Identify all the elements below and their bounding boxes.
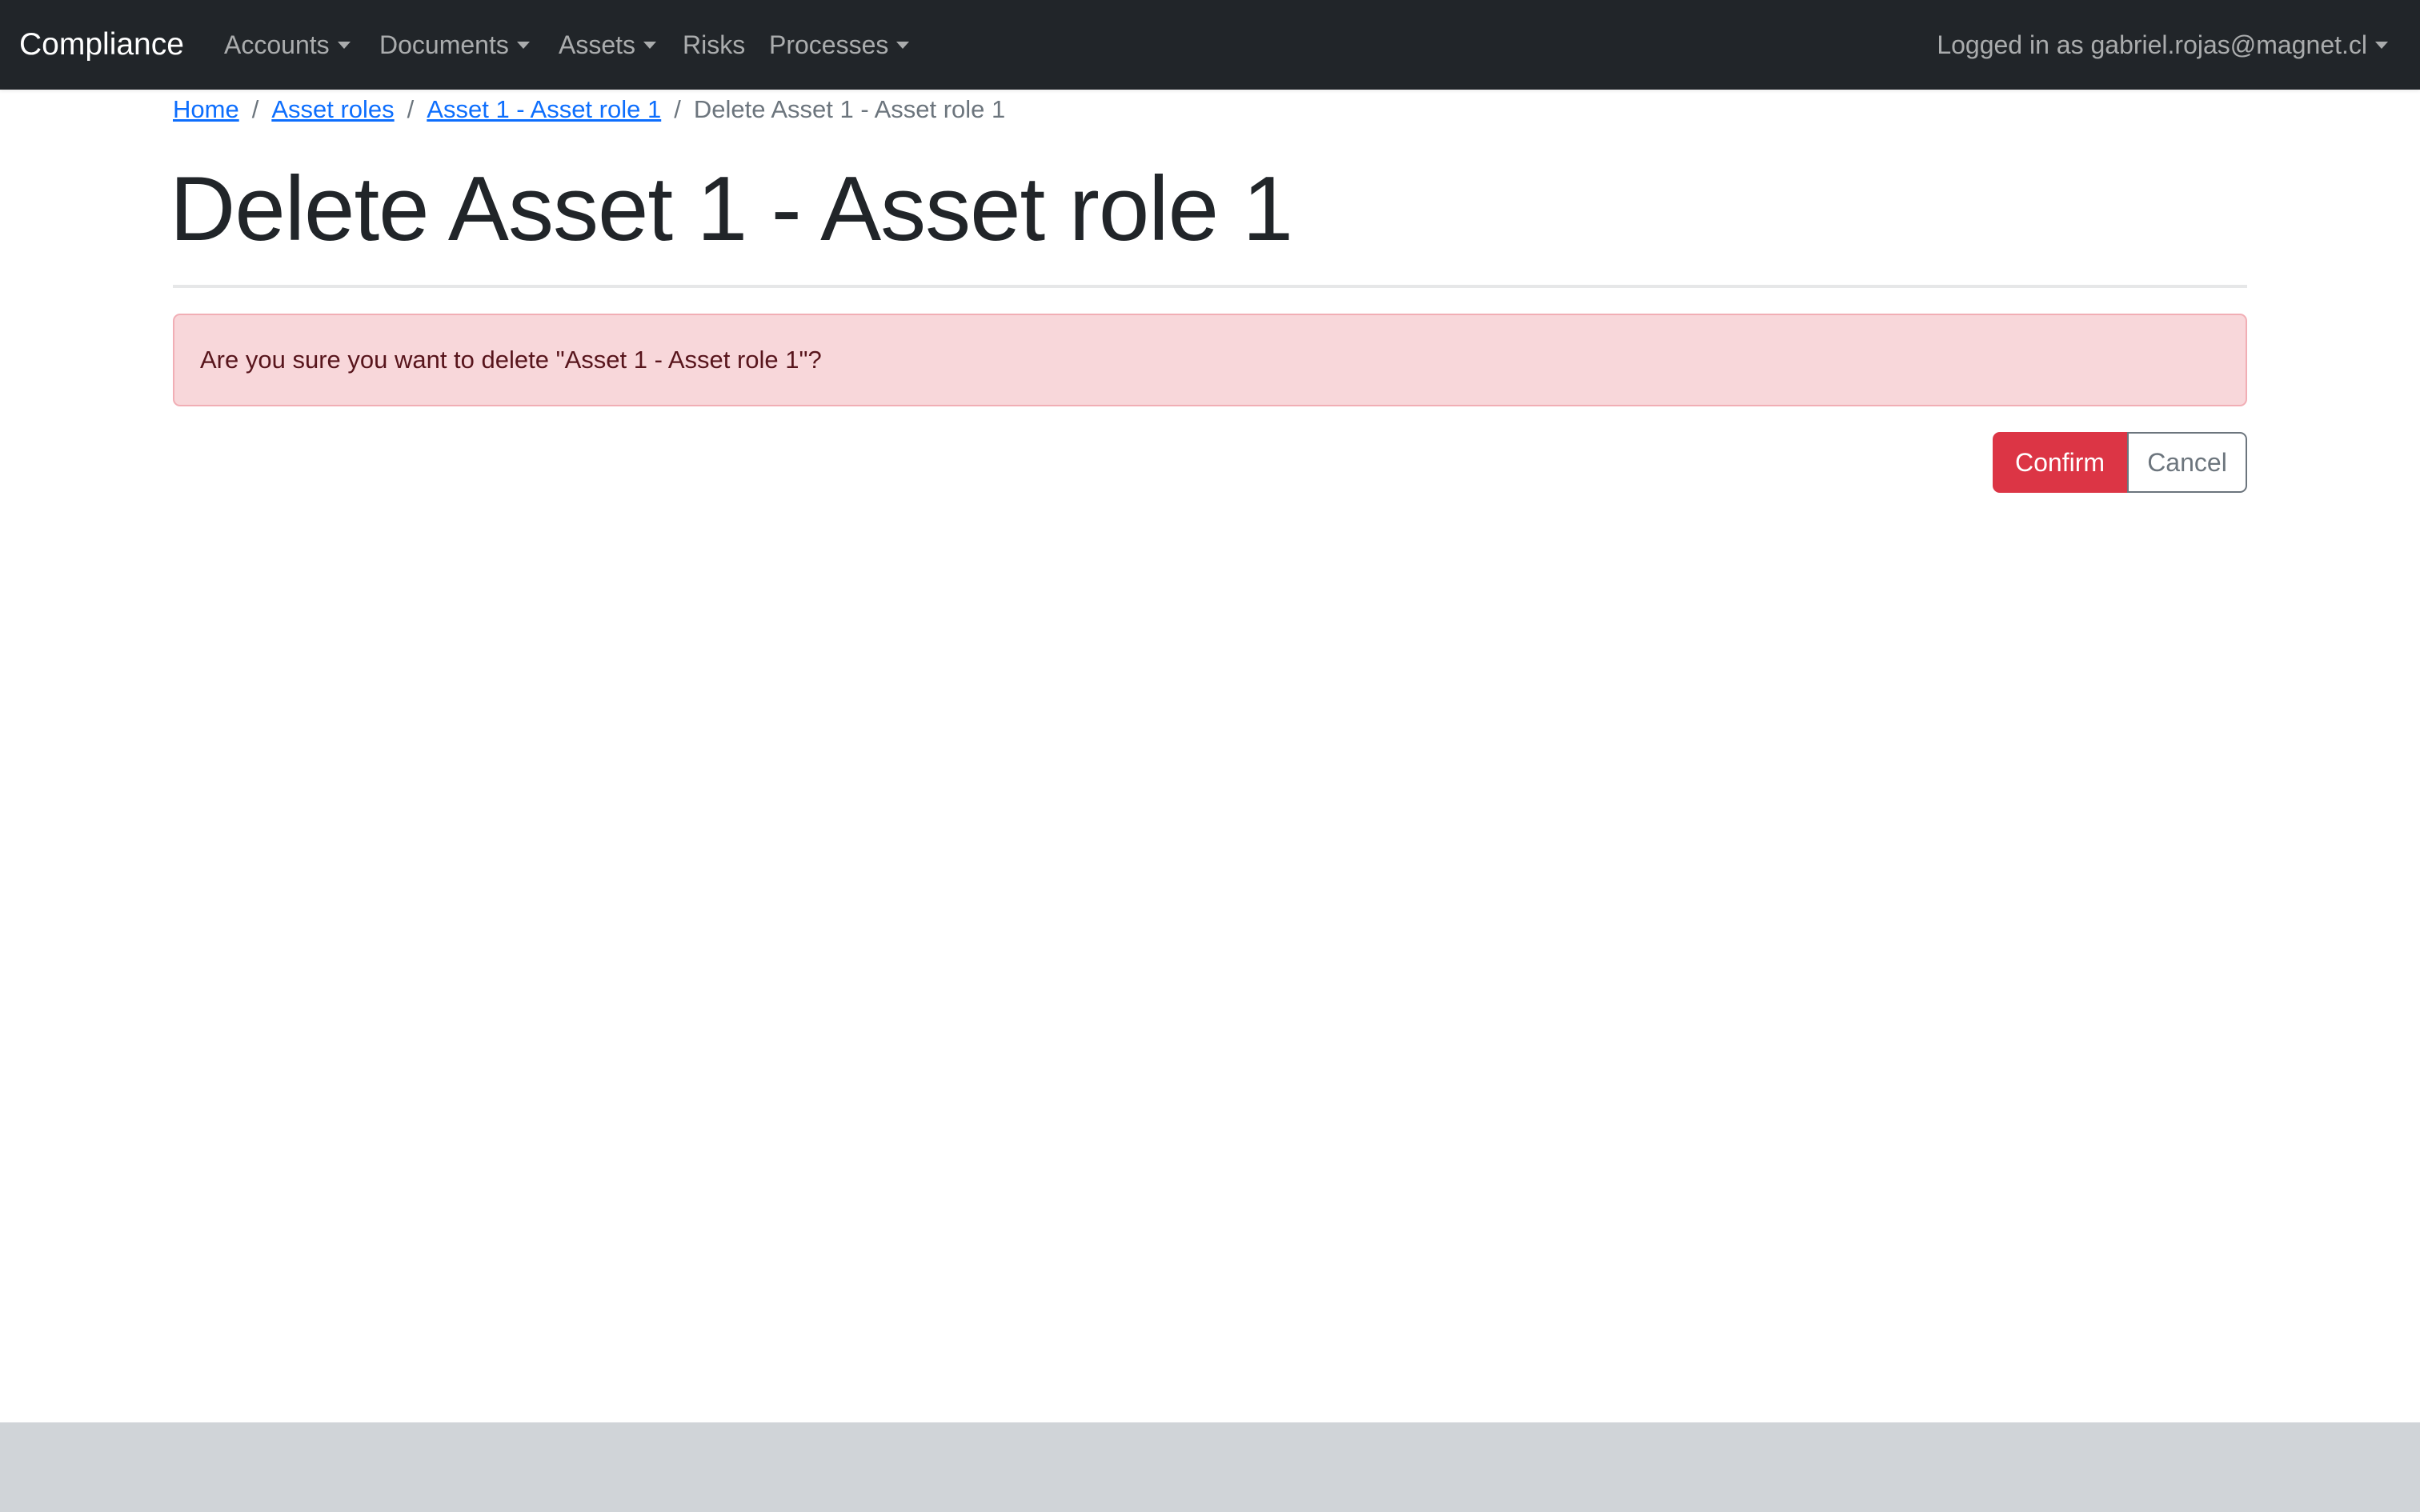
user-menu-label: Logged in as gabriel.rojas@magnet.cl — [1937, 30, 2367, 59]
breadcrumb-asset-roles-link[interactable]: Asset roles — [271, 95, 394, 123]
brand-link[interactable]: Compliance — [19, 0, 184, 90]
caret-down-icon — [643, 42, 657, 49]
breadcrumb: Home / Asset roles / Asset 1 - Asset role 1 /… — [173, 90, 1005, 130]
action-button-group: Confirm Cancel — [1993, 432, 2247, 493]
delete-confirmation-alert: Are you sure you want to delete "Asset 1… — [173, 314, 2247, 406]
breadcrumb-current: Delete Asset 1 - Asset role 1 — [693, 95, 1006, 123]
nav-assets-dropdown[interactable]: Assets — [559, 0, 657, 90]
breadcrumb-home-link[interactable]: Home — [173, 95, 239, 123]
cancel-button[interactable]: Cancel — [2127, 432, 2247, 493]
nav-processes-dropdown[interactable]: Processes — [769, 0, 910, 90]
breadcrumb-separator: / — [407, 95, 415, 123]
confirm-button[interactable]: Confirm — [1993, 432, 2127, 493]
nav-assets-label: Assets — [559, 30, 636, 59]
user-menu-dropdown[interactable]: Logged in as gabriel.rojas@magnet.cl — [1937, 0, 2388, 90]
nav-risks-link[interactable]: Risks — [683, 0, 745, 90]
alert-message: Are you sure you want to delete "Asset 1… — [200, 346, 822, 374]
title-divider — [173, 285, 2247, 288]
nav-documents-label: Documents — [379, 30, 509, 59]
nav-risks-label: Risks — [683, 30, 746, 59]
caret-down-icon — [337, 42, 351, 49]
caret-down-icon — [896, 42, 910, 49]
caret-down-icon — [516, 42, 530, 49]
caret-down-icon — [2375, 42, 2388, 49]
nav-documents-dropdown[interactable]: Documents — [379, 0, 530, 90]
page-title: Delete Asset 1 - Asset role 1 — [170, 158, 1293, 260]
nav-accounts-label: Accounts — [224, 30, 330, 59]
breadcrumb-asset-role-link[interactable]: Asset 1 - Asset role 1 — [427, 95, 661, 123]
breadcrumb-separator: / — [674, 95, 681, 123]
page-footer — [0, 1422, 2420, 1512]
nav-accounts-dropdown[interactable]: Accounts — [224, 0, 351, 90]
nav-processes-label: Processes — [769, 30, 889, 59]
breadcrumb-separator: / — [251, 95, 259, 123]
top-navbar: Compliance Accounts Documents Assets Ris… — [0, 0, 2420, 90]
